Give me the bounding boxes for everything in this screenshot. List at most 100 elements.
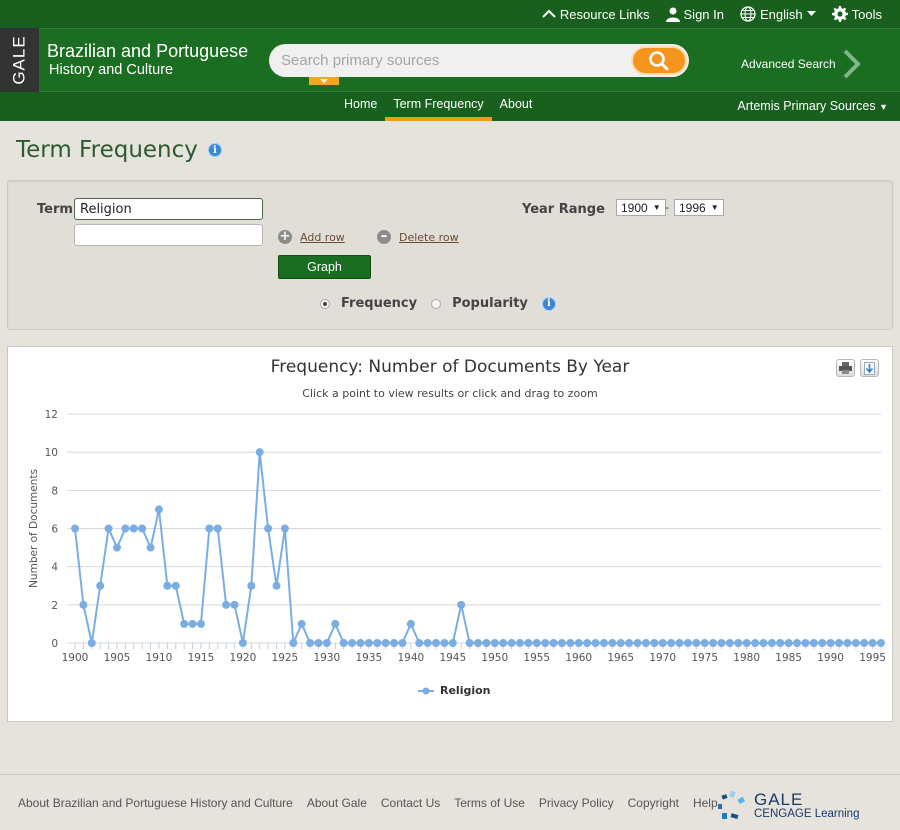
data-point[interactable] [79, 600, 88, 609]
data-point[interactable] [331, 619, 340, 628]
delete-row-button[interactable]: – Delete row [377, 230, 459, 244]
data-point[interactable] [725, 639, 734, 647]
data-point[interactable] [112, 543, 121, 552]
data-point[interactable] [633, 639, 642, 647]
data-point[interactable] [683, 639, 692, 647]
data-point[interactable] [465, 639, 474, 647]
data-point[interactable] [264, 524, 273, 533]
data-point[interactable] [675, 639, 684, 647]
data-point[interactable] [482, 639, 491, 647]
data-point[interactable] [154, 505, 163, 514]
data-point[interactable] [549, 639, 558, 647]
data-point[interactable] [608, 639, 617, 647]
data-point[interactable] [532, 639, 541, 647]
data-point[interactable] [289, 639, 298, 647]
data-point[interactable] [373, 639, 382, 647]
data-point[interactable] [809, 639, 818, 647]
data-point[interactable] [440, 639, 449, 647]
data-point[interactable] [801, 639, 810, 647]
data-point[interactable] [272, 581, 281, 590]
data-point[interactable] [121, 524, 130, 533]
sign-in-button[interactable]: Sign In [665, 7, 724, 22]
data-point[interactable] [625, 639, 634, 647]
data-point[interactable] [138, 524, 147, 533]
data-point[interactable] [709, 639, 718, 647]
data-point[interactable] [776, 639, 785, 647]
search-options-toggle[interactable] [309, 77, 339, 85]
advanced-search-link[interactable]: Advanced Search [741, 49, 862, 79]
data-point[interactable] [490, 639, 499, 647]
term-input-2[interactable] [74, 224, 263, 246]
data-point[interactable] [96, 581, 105, 590]
footer-link-help[interactable]: Help [693, 796, 718, 810]
download-chart-button[interactable] [860, 359, 879, 377]
data-point[interactable] [751, 639, 760, 647]
resource-links-button[interactable]: Resource Links [542, 7, 650, 22]
data-point[interactable] [171, 581, 180, 590]
data-point[interactable] [515, 639, 524, 647]
data-point[interactable] [851, 639, 860, 647]
data-point[interactable] [364, 639, 373, 647]
data-point[interactable] [474, 639, 482, 647]
data-point[interactable] [583, 639, 592, 647]
data-point[interactable] [566, 639, 575, 647]
data-point[interactable] [280, 524, 289, 533]
data-point[interactable] [247, 581, 256, 590]
data-point[interactable] [667, 639, 676, 647]
data-point[interactable] [381, 639, 390, 647]
frequency-label[interactable]: Frequency [341, 296, 417, 311]
footer-link-terms-of-use[interactable]: Terms of Use [454, 796, 525, 810]
term-input-1[interactable] [74, 198, 263, 220]
data-point[interactable] [213, 524, 222, 533]
data-point[interactable] [507, 639, 516, 647]
data-point[interactable] [71, 524, 79, 533]
footer-link-privacy-policy[interactable]: Privacy Policy [539, 796, 614, 810]
data-point[interactable] [658, 639, 667, 647]
data-point[interactable] [616, 639, 625, 647]
data-point[interactable] [835, 639, 844, 647]
data-point[interactable] [742, 639, 751, 647]
data-point[interactable] [180, 619, 189, 628]
data-point[interactable] [759, 639, 768, 647]
data-point[interactable] [423, 639, 432, 647]
info-icon[interactable]: i [207, 143, 222, 157]
data-point[interactable] [574, 639, 583, 647]
data-point[interactable] [432, 639, 441, 647]
data-point[interactable] [322, 639, 331, 647]
add-row-button[interactable]: + Add row [278, 230, 345, 244]
nav-home[interactable]: Home [336, 92, 385, 121]
data-point[interactable] [87, 639, 96, 647]
popularity-label[interactable]: Popularity [452, 296, 528, 311]
popularity-radio[interactable] [431, 298, 442, 309]
data-point[interactable] [356, 639, 365, 647]
data-point[interactable] [339, 639, 348, 647]
data-point[interactable] [860, 639, 869, 647]
data-point[interactable] [297, 619, 306, 628]
data-point[interactable] [557, 639, 566, 647]
data-point[interactable] [692, 639, 701, 647]
data-point[interactable] [818, 639, 827, 647]
data-point[interactable] [499, 639, 508, 647]
data-point[interactable] [188, 619, 197, 628]
language-dropdown[interactable]: English [740, 6, 816, 22]
line-chart[interactable]: 0 2 4 6 8 10 12 1900 1905 1910 1915 1920 1925 1930 193… [8, 402, 892, 732]
data-point[interactable] [591, 639, 600, 647]
data-point[interactable] [146, 543, 155, 552]
data-point[interactable] [238, 639, 247, 647]
data-point[interactable] [700, 639, 709, 647]
data-point[interactable] [826, 639, 835, 647]
data-point[interactable] [784, 639, 793, 647]
footer-link-about-gale[interactable]: About Gale [307, 796, 367, 810]
gale-logo-tab[interactable]: GALE [0, 28, 39, 92]
data-point[interactable] [457, 600, 466, 609]
add-row-link[interactable]: Add row [300, 231, 345, 244]
data-point[interactable] [843, 639, 852, 647]
delete-row-link[interactable]: Delete row [399, 231, 459, 244]
data-point[interactable] [306, 639, 315, 647]
data-point[interactable] [541, 639, 550, 647]
info-icon[interactable]: i [541, 296, 556, 311]
search-input[interactable] [269, 44, 689, 77]
data-point[interactable] [205, 524, 214, 533]
search-button[interactable] [631, 46, 687, 75]
data-point[interactable] [196, 619, 205, 628]
